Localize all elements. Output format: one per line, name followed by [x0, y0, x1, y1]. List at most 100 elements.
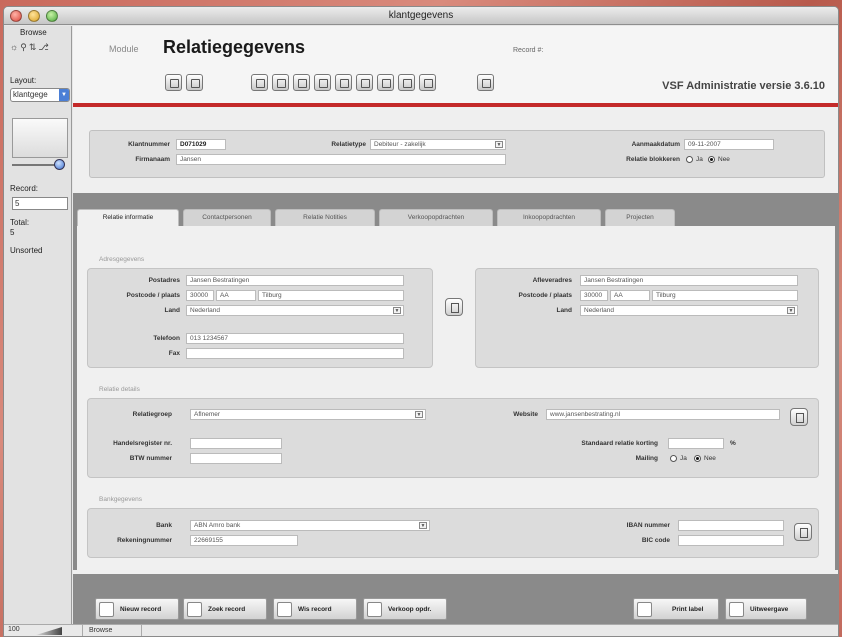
- print-label-button[interactable]: Print label: [633, 598, 719, 620]
- page-title: Relatiegegevens: [163, 37, 306, 57]
- record-label: Record:: [10, 184, 39, 193]
- mailing-nee-label: Nee: [704, 455, 716, 462]
- nav-button-2[interactable]: [186, 74, 203, 91]
- iban-field[interactable]: [678, 520, 784, 531]
- land-select[interactable]: Nederland ▼: [186, 305, 404, 316]
- mailing-ja-label: Ja: [680, 455, 687, 462]
- aflever-postcode-letters-field[interactable]: AA: [610, 290, 650, 301]
- verkoop-opdracht-button[interactable]: Verkoop opdr.: [363, 598, 447, 620]
- zoek-record-button[interactable]: Zoek record: [183, 598, 267, 620]
- tab-relatie-notities[interactable]: Relatie Notities: [275, 209, 375, 226]
- zoom-icon[interactable]: [36, 627, 62, 635]
- nieuw-record-button[interactable]: Nieuw record: [95, 598, 179, 620]
- postcode-label: Postcode / plaats: [126, 292, 180, 299]
- mode-popup[interactable]: Browse: [82, 625, 142, 636]
- aflever-land-label: Land: [556, 307, 572, 314]
- close-window-button[interactable]: [10, 10, 22, 22]
- relatiegroep-value: Aflnemer: [194, 411, 221, 418]
- module-button-9[interactable]: [419, 74, 436, 91]
- bank-select[interactable]: ABN Amro bank ▼: [190, 520, 430, 531]
- bank-label: Bank: [156, 522, 172, 529]
- btw-field[interactable]: [190, 453, 282, 464]
- aanmaakdatum-field[interactable]: 09-11-2007: [684, 139, 774, 150]
- module-button-8[interactable]: [398, 74, 415, 91]
- klantnummer-label: Klantnummer: [128, 141, 170, 148]
- record-slider[interactable]: [12, 164, 60, 166]
- postcode-letters-field[interactable]: AA: [216, 290, 256, 301]
- bank-section-label: Bankgegevens: [99, 496, 143, 503]
- nav-button-1[interactable]: [165, 74, 182, 91]
- telefoon-field[interactable]: 013 1234567: [186, 333, 404, 344]
- module-button-3[interactable]: [293, 74, 310, 91]
- tab-projecten[interactable]: Projecten: [605, 209, 675, 226]
- postadres-field[interactable]: Jansen Bestratingen: [186, 275, 404, 286]
- record-book-icon[interactable]: [12, 118, 68, 158]
- close-module-button[interactable]: [477, 74, 494, 91]
- view-icon: [729, 602, 744, 617]
- kvk-field[interactable]: [190, 438, 282, 449]
- fax-field[interactable]: [186, 348, 404, 359]
- website-label: Website: [513, 411, 538, 418]
- bank-box: Bank ABN Amro bank ▼ Rekeningnummer 22669…: [87, 508, 819, 558]
- record-number-field[interactable]: 5: [12, 197, 68, 210]
- relatietype-value: Debiteur - zakelijk: [374, 141, 426, 148]
- afleveradres-field[interactable]: Jansen Bestratingen: [580, 275, 798, 286]
- uitweergave-button[interactable]: Uitweergave: [725, 598, 807, 620]
- postadres-label: Postadres: [148, 277, 180, 284]
- aflever-postcode-field[interactable]: 30000: [580, 290, 608, 301]
- firmanaam-field[interactable]: Jansen: [176, 154, 506, 165]
- record-number-label: Record #:: [513, 47, 544, 54]
- minimize-window-button[interactable]: [28, 10, 40, 22]
- plaats-field[interactable]: Tilburg: [258, 290, 404, 301]
- bank-lookup-button[interactable]: [794, 523, 812, 541]
- layout-value: klantgege: [13, 90, 48, 99]
- percent-label: %: [730, 440, 736, 447]
- chevron-down-icon: ▼: [495, 141, 503, 148]
- mailing-nee-radio[interactable]: [694, 455, 701, 462]
- mailing-ja-radio[interactable]: [670, 455, 677, 462]
- tab-verkoopopdrachten[interactable]: Verkoopopdrachten: [379, 209, 493, 226]
- module-button-6[interactable]: [356, 74, 373, 91]
- wis-record-button[interactable]: Wis record: [273, 598, 357, 620]
- aflever-land-select[interactable]: Nederland ▼: [580, 305, 798, 316]
- module-button-4[interactable]: [314, 74, 331, 91]
- korting-field[interactable]: [668, 438, 724, 449]
- rekening-field[interactable]: 22669155: [190, 535, 298, 546]
- bic-label: BIC code: [641, 537, 670, 544]
- module-button-5[interactable]: [335, 74, 352, 91]
- header: Module Relatiegegevens Record #: VSF Adm…: [73, 26, 838, 103]
- wis-record-label: Wis record: [298, 606, 332, 613]
- klantnummer-field[interactable]: D071029: [176, 139, 226, 150]
- order-icon: [367, 602, 382, 617]
- module-button-2[interactable]: [272, 74, 289, 91]
- relatiegroep-select[interactable]: Aflnemer ▼: [190, 409, 426, 420]
- relatietype-select[interactable]: Debiteur - zakelijk ▼: [370, 139, 506, 150]
- module-button-1[interactable]: [251, 74, 268, 91]
- zoom-window-button[interactable]: [46, 10, 58, 22]
- tab-panel: Adresgegevens Postadres Jansen Bestratin…: [77, 226, 835, 570]
- website-field[interactable]: www.jansenbestrating.nl: [546, 409, 780, 420]
- rekening-label: Rekeningnummer: [117, 537, 172, 544]
- chevron-down-icon: ▼: [415, 411, 423, 418]
- blokkeren-nee-radio[interactable]: [708, 156, 715, 163]
- uitweergave-label: Uitweergave: [750, 606, 789, 613]
- zoom-level[interactable]: 100: [8, 626, 20, 633]
- tab-inkoopopdrachten[interactable]: Inkoopopdrachten: [497, 209, 601, 226]
- blokkeren-ja-radio[interactable]: [686, 156, 693, 163]
- mode-tools[interactable]: ☼⚲⇅⎇: [10, 42, 51, 53]
- details-box: Relatiegroep Aflnemer ▼ Website www.janse…: [87, 398, 819, 478]
- status-area: Browse ☼⚲⇅⎇ Layout: klantgege ▼ Record: …: [4, 26, 72, 625]
- details-section-label: Relatie details: [99, 386, 140, 393]
- firmanaam-label: Firmanaam: [135, 156, 170, 163]
- module-button-7[interactable]: [377, 74, 394, 91]
- aflever-plaats-field[interactable]: Tilburg: [652, 290, 798, 301]
- bic-field[interactable]: [678, 535, 784, 546]
- tab-contactpersonen[interactable]: Contactpersonen: [183, 209, 271, 226]
- relatiegroep-label: Relatiegroep: [132, 411, 172, 418]
- layout-select[interactable]: klantgege ▼: [10, 88, 70, 102]
- postcode-field[interactable]: 30000: [186, 290, 214, 301]
- total-value: 5: [10, 228, 15, 237]
- copy-address-button[interactable]: [445, 298, 463, 316]
- open-website-button[interactable]: [790, 408, 808, 426]
- slider-handle[interactable]: [54, 159, 65, 170]
